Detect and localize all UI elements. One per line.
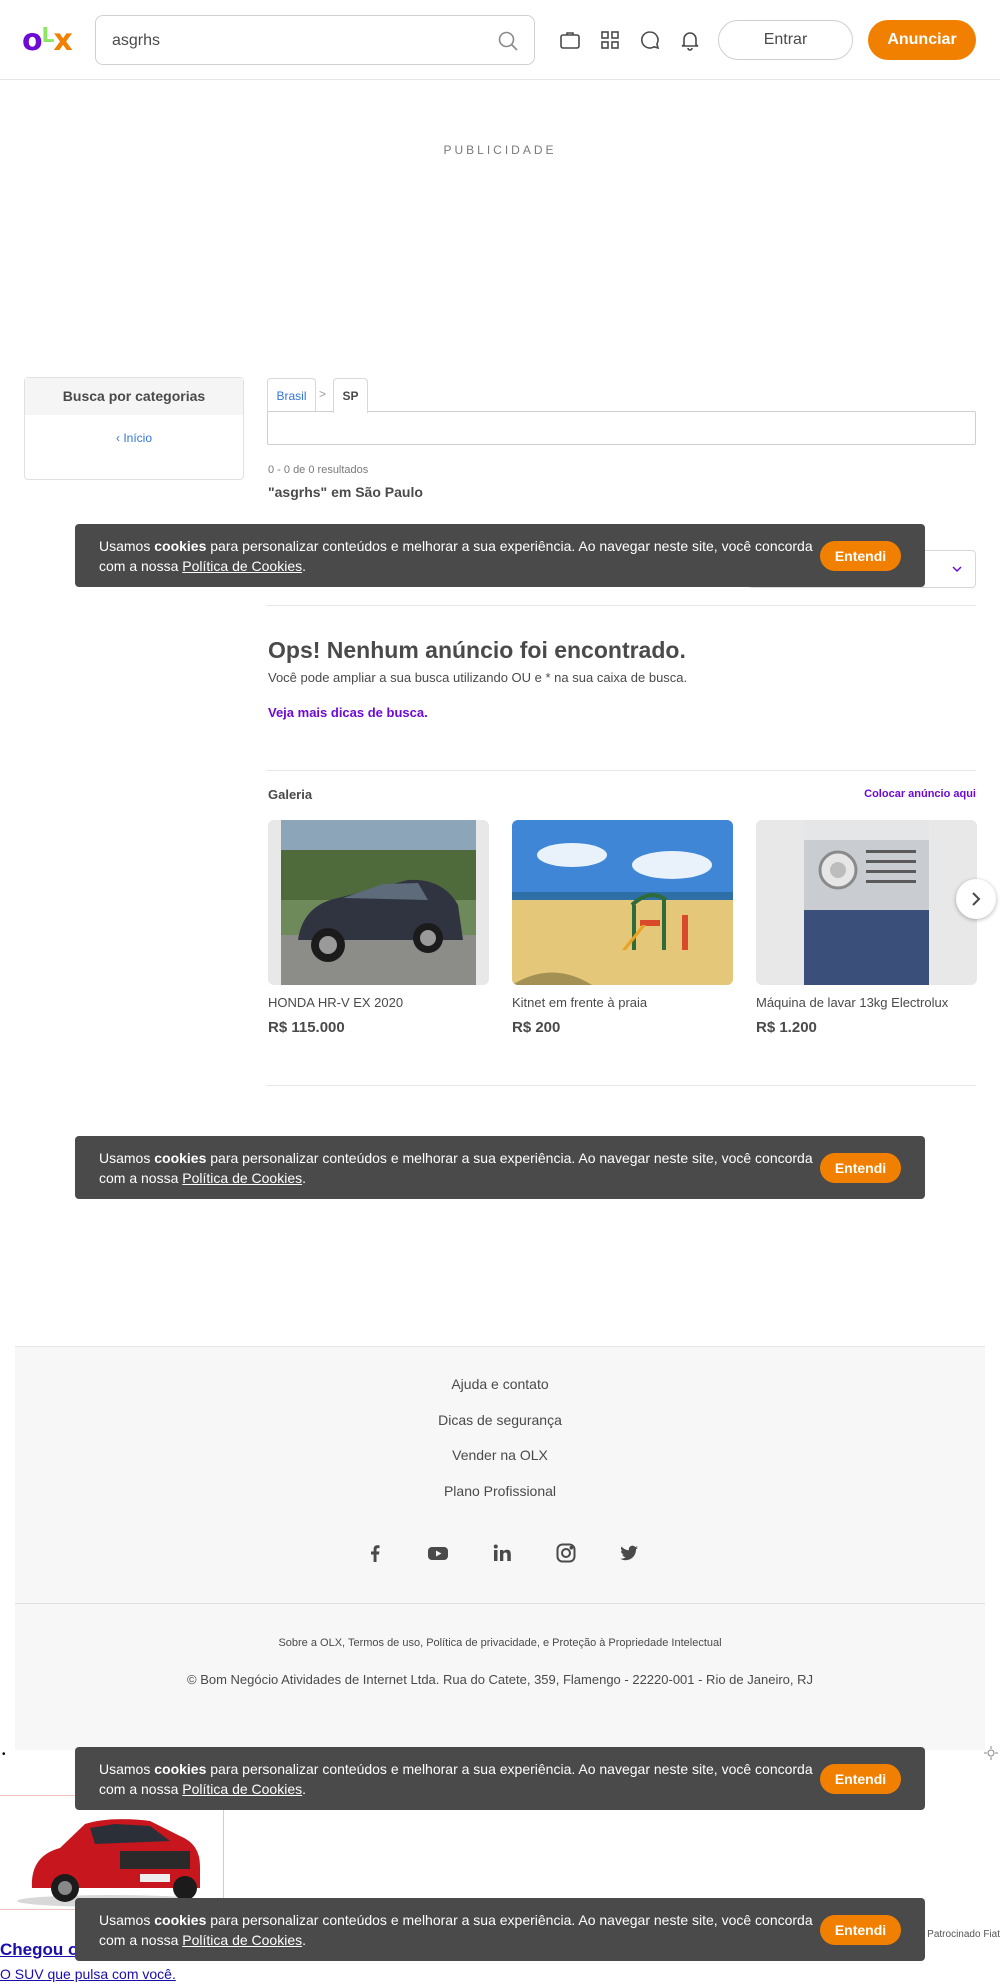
ad-image[interactable] [0, 1795, 224, 1910]
cookie-message: Usamos cookies para personalizar conteúd… [99, 1761, 813, 1797]
cookie-banner: Usamos cookies para personalizar conteúd… [75, 1136, 925, 1199]
cookie-accept-button[interactable]: Entendi [820, 541, 901, 571]
gallery-post-link[interactable]: Colocar anúncio aqui [864, 788, 976, 800]
card-title[interactable]: HONDA HR-V EX 2020 [268, 995, 489, 1010]
instagram-icon[interactable] [554, 1541, 578, 1565]
cookie-accept-button[interactable]: Entendi [820, 1764, 901, 1794]
category-sidebar: Busca por categorias ‹ Início [24, 377, 244, 480]
cookie-banner: Usamos cookies para personalizar conteúd… [75, 1898, 925, 1961]
card-image-car[interactable] [268, 820, 489, 985]
gallery-card[interactable]: Kitnet em frente à praia R$ 200 [512, 820, 733, 1036]
region-panel [267, 411, 976, 445]
card-title[interactable]: Kitnet em frente à praia [512, 995, 733, 1010]
adchoices-icon[interactable] [984, 1746, 998, 1760]
ad-sponsor: Patrocinado Fiat [927, 1929, 1000, 1940]
footer-link-help[interactable]: Ajuda e contato [15, 1376, 985, 1392]
sidebar-home-label: Início [123, 431, 153, 445]
search-icon[interactable] [496, 29, 520, 53]
login-button[interactable]: Entrar [718, 20, 853, 60]
ad-description[interactable]: O SUV que pulsa com você. [0, 1966, 176, 1982]
search-box[interactable] [95, 15, 535, 65]
footer-link-pro-plan[interactable]: Plano Profissional [15, 1483, 985, 1499]
footer-copyright: © Bom Negócio Atividades de Internet Ltd… [187, 1672, 813, 1687]
chat-icon[interactable] [638, 28, 662, 52]
card-price: R$ 1.200 [756, 1019, 817, 1036]
card-image-beach[interactable] [512, 820, 733, 985]
breadcrumb-sp[interactable]: SP [333, 378, 368, 413]
briefcase-icon[interactable] [558, 28, 582, 52]
cookie-message: Usamos cookies para personalizar conteúd… [99, 1912, 813, 1948]
gallery-card[interactable]: Máquina de lavar 13kg Electrolux R$ 1.20… [756, 820, 977, 1036]
cookie-policy-link[interactable]: Política de Cookies [182, 558, 302, 574]
twitter-icon[interactable] [617, 1541, 641, 1565]
footer-link-safety[interactable]: Dicas de segurança [15, 1412, 985, 1428]
empty-text: Você pode ampliar a sua busca utilizando… [268, 670, 688, 685]
post-ad-button[interactable]: Anunciar [868, 20, 976, 60]
header: oLx Entrar Anunciar [0, 0, 1000, 80]
grid-icon[interactable] [598, 28, 622, 52]
footer-divider [15, 1603, 985, 1604]
footer-legal-links[interactable]: Sobre a OLX, Termos de uso, Política de … [15, 1637, 985, 1649]
ad-label: PUBLICIDADE [443, 143, 557, 157]
chevron-right-icon [972, 892, 981, 906]
footer-link-sell[interactable]: Vender na OLX [15, 1447, 985, 1463]
olx-logo[interactable]: oLx [22, 23, 76, 56]
list-bullet: • [2, 1749, 6, 1760]
ad-headline[interactable]: Chegou o [0, 1940, 78, 1960]
card-price: R$ 200 [512, 1019, 561, 1036]
empty-title: Ops! Nenhum anúncio foi encontrado. [268, 637, 686, 663]
cookie-banner: Usamos cookies para personalizar conteúd… [75, 1747, 925, 1810]
chevron-down-icon [952, 566, 962, 573]
youtube-icon[interactable] [426, 1541, 450, 1565]
card-image-washer[interactable] [756, 820, 977, 985]
cookie-accept-button[interactable]: Entendi [820, 1153, 901, 1183]
facebook-icon[interactable] [363, 1541, 387, 1565]
linkedin-icon[interactable] [490, 1541, 514, 1565]
sidebar-title: Busca por categorias [25, 378, 243, 415]
breadcrumb-separator: > [319, 387, 327, 401]
search-input[interactable] [112, 30, 482, 52]
gallery-card[interactable]: HONDA HR-V EX 2020 R$ 115.000 [268, 820, 489, 1036]
sidebar-home-link[interactable]: ‹ Início [25, 431, 243, 445]
cookie-message: Usamos cookies para personalizar conteúd… [99, 1150, 813, 1186]
footer: Ajuda e contato Dicas de segurança Vende… [15, 1346, 985, 1750]
cookie-message: Usamos cookies para personalizar conteúd… [99, 538, 813, 574]
results-title: "asgrhs" em São Paulo [268, 484, 423, 500]
divider [267, 605, 976, 606]
cookie-policy-link[interactable]: Política de Cookies [182, 1932, 302, 1948]
divider [267, 770, 976, 771]
cookie-policy-link[interactable]: Política de Cookies [182, 1170, 302, 1186]
breadcrumb-brasil[interactable]: Brasil [267, 378, 316, 412]
gallery-title: Galeria [268, 787, 313, 802]
cookie-policy-link[interactable]: Política de Cookies [182, 1781, 302, 1797]
bell-icon[interactable] [678, 28, 702, 52]
results-count: 0 - 0 de 0 resultados [268, 464, 369, 476]
cookie-banner: Usamos cookies para personalizar conteúd… [75, 524, 925, 587]
cookie-accept-button[interactable]: Entendi [820, 1915, 901, 1945]
search-tips-link[interactable]: Veja mais dicas de busca. [268, 705, 428, 720]
card-title[interactable]: Máquina de lavar 13kg Electrolux [756, 995, 977, 1010]
card-price: R$ 115.000 [268, 1019, 345, 1036]
divider [267, 1085, 976, 1086]
gallery-next-button[interactable] [956, 879, 996, 919]
